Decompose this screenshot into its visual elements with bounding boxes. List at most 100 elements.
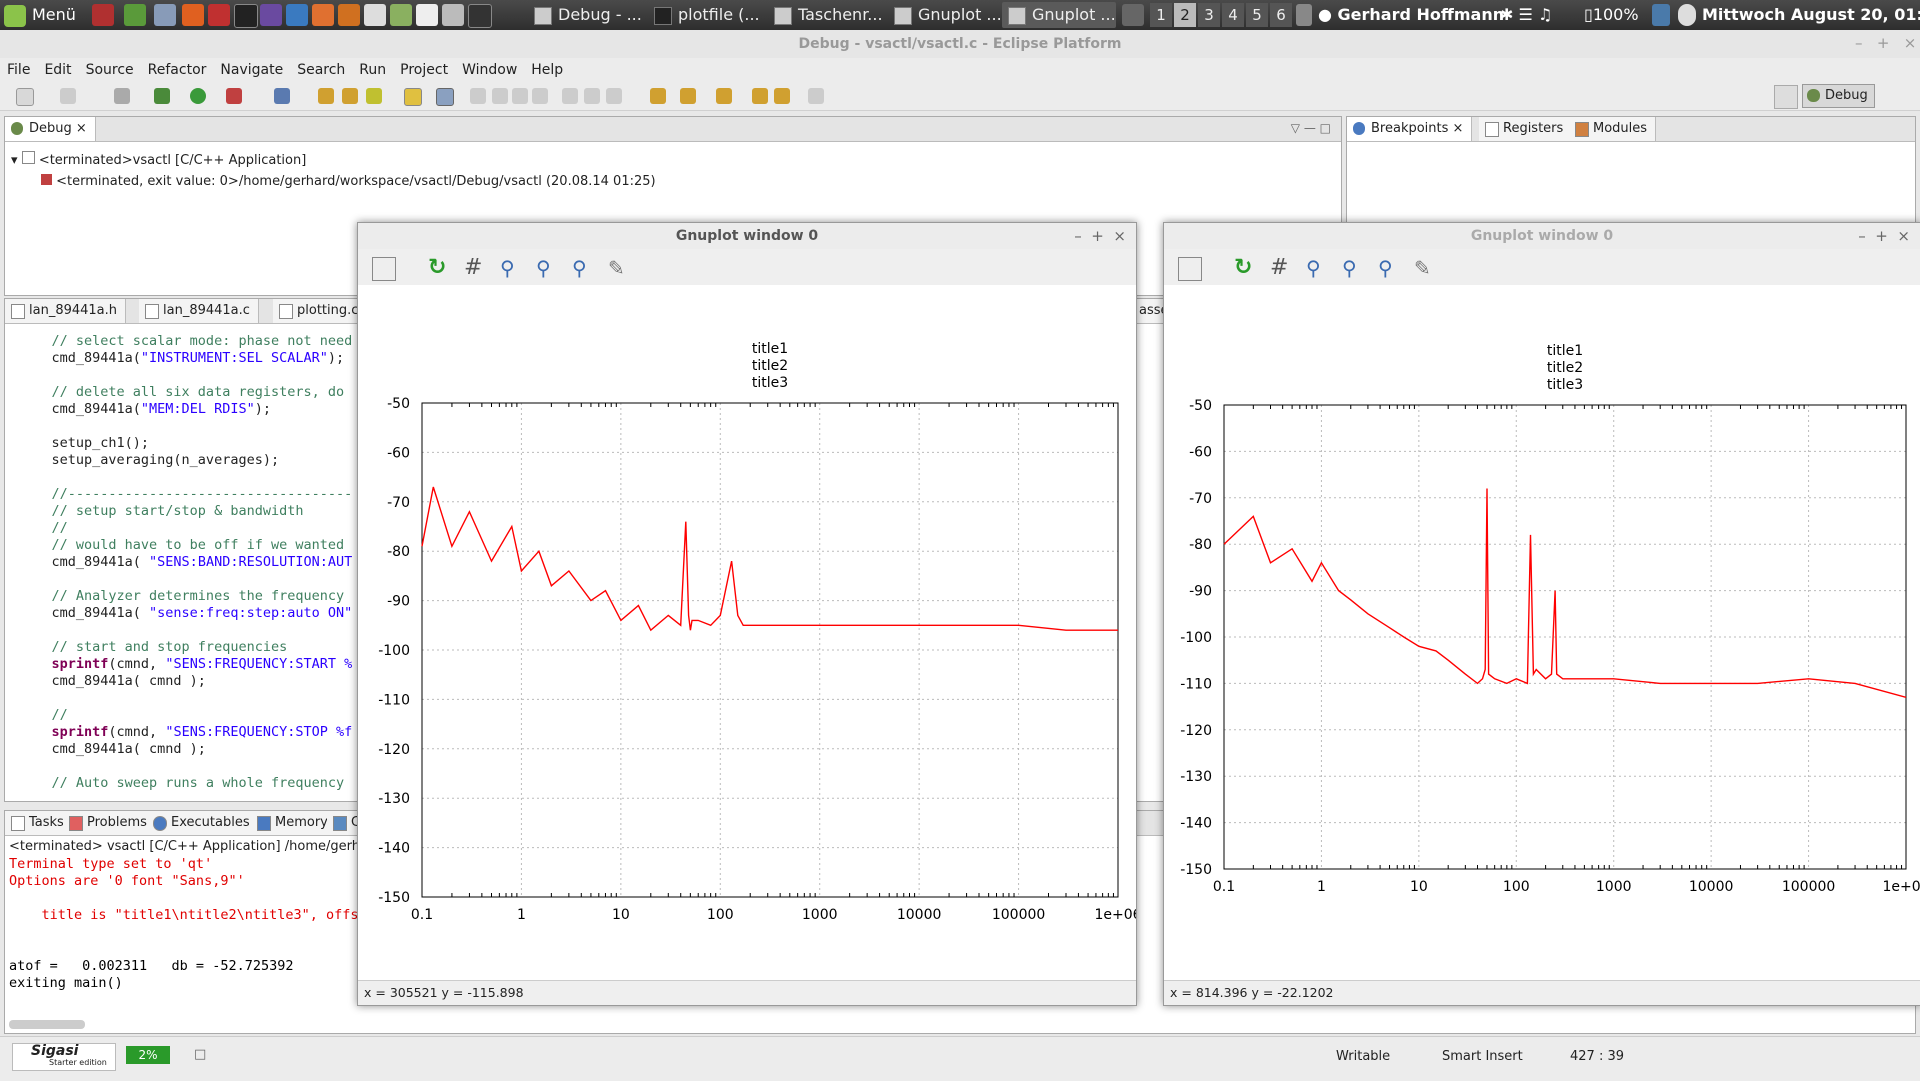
open-perspective-icon[interactable] (1774, 85, 1798, 109)
tab-problems[interactable]: Problems (63, 811, 156, 835)
tab-executables[interactable]: Executables (147, 811, 259, 835)
menu-navigate[interactable]: Navigate (213, 58, 290, 82)
filezilla-icon[interactable] (208, 4, 230, 26)
back-icon[interactable] (774, 88, 790, 104)
autoscale-icon[interactable]: ⚲ (1378, 257, 1400, 279)
menu-window[interactable]: Window (455, 58, 524, 82)
search-wand-icon[interactable] (366, 88, 382, 104)
step-over-icon[interactable] (584, 88, 600, 104)
monitor-icon[interactable] (124, 4, 146, 26)
workspace-2[interactable]: 2 (1174, 3, 1196, 27)
tab-memory[interactable]: Memory (251, 811, 337, 835)
open-folder-icon[interactable] (318, 88, 334, 104)
image-viewer-icon[interactable] (312, 4, 334, 26)
close-icon[interactable]: × (1904, 34, 1917, 52)
menu-run[interactable]: Run (352, 58, 393, 82)
next-annotation-icon[interactable] (680, 88, 696, 104)
open-type-icon[interactable] (274, 88, 290, 104)
browser-icon[interactable] (338, 4, 360, 26)
terminate-icon[interactable] (512, 88, 528, 104)
tab-debug[interactable]: Debug × (5, 117, 96, 141)
save-icon[interactable] (60, 88, 76, 104)
firefox-icon[interactable] (182, 4, 204, 26)
task-plotfile[interactable]: plotfile (... (648, 2, 766, 28)
new-icon[interactable] (16, 88, 34, 106)
tab-lan-c[interactable]: lan_89441a.c (139, 299, 259, 323)
view-menu-icons[interactable]: ▽ — □ (1291, 121, 1331, 135)
close-icon[interactable]: × (1897, 227, 1910, 245)
disconnect-icon[interactable] (532, 88, 548, 104)
close-icon[interactable]: × (1113, 227, 1126, 245)
grid-icon[interactable]: # (464, 257, 486, 279)
maximize-icon[interactable]: + (1091, 227, 1104, 245)
workspace-3[interactable]: 3 (1198, 3, 1220, 27)
replot-icon[interactable]: ↻ (428, 257, 450, 279)
menu-help[interactable]: Help (524, 58, 570, 82)
maximize-icon[interactable]: + (1875, 227, 1888, 245)
minimize-icon[interactable]: – (1855, 34, 1863, 52)
debug-tree-process[interactable]: <terminated, exit value: 0>/home/gerhard… (41, 174, 656, 189)
calculator-icon[interactable] (364, 4, 386, 26)
zoom-forward-icon[interactable]: ⚲ (536, 257, 558, 279)
screen-icon[interactable] (468, 4, 492, 28)
step-return-icon[interactable] (606, 88, 622, 104)
autoscale-icon[interactable]: ⚲ (572, 257, 594, 279)
user-menu[interactable]: ● Gerhard Hoffmann (1318, 0, 1504, 30)
external-tools-icon[interactable] (226, 88, 242, 104)
tab-registers[interactable]: Registers (1479, 117, 1573, 141)
terminal-icon[interactable] (234, 4, 258, 28)
tab-lan-h[interactable]: lan_89441a.h (5, 299, 127, 323)
menu-project[interactable]: Project (393, 58, 455, 82)
maximize-icon[interactable]: + (1877, 34, 1890, 52)
task-gnuplot-1[interactable]: Gnuplot ... (888, 2, 1000, 28)
task-debug[interactable]: Debug - ... (528, 2, 646, 28)
settings-wrench-icon[interactable]: ✎ (608, 257, 630, 279)
export-icon[interactable] (372, 257, 396, 281)
skype-icon[interactable] (286, 4, 308, 26)
last-edit-icon[interactable] (752, 88, 768, 104)
battery-indicator[interactable]: ▯100% (1584, 0, 1639, 30)
menu-source[interactable]: Source (79, 58, 141, 82)
menu-file[interactable]: File (0, 58, 37, 82)
task-calculator[interactable]: Taschenr... (768, 2, 886, 28)
minimize-icon[interactable]: – (1074, 227, 1082, 245)
resume-icon[interactable] (470, 88, 486, 104)
menu-refactor[interactable]: Refactor (141, 58, 214, 82)
horizontal-scrollbar[interactable] (9, 1020, 85, 1029)
menu-edit[interactable]: Edit (37, 58, 78, 82)
debug-tree-root[interactable]: ▾ <terminated>vsactl [C/C++ Application] (11, 151, 306, 168)
skip-breakpoints-icon[interactable] (436, 88, 454, 106)
folder-icon[interactable] (390, 4, 412, 26)
app-icon[interactable] (260, 4, 282, 26)
workspace-5[interactable]: 5 (1246, 3, 1268, 27)
document-icon[interactable] (416, 4, 438, 26)
workspace-4[interactable]: 4 (1222, 3, 1244, 27)
tab-modules[interactable]: Modules (1569, 117, 1657, 141)
settings-icon[interactable] (154, 4, 176, 26)
forward-icon[interactable] (808, 88, 824, 104)
print-icon[interactable] (114, 88, 130, 104)
open-project-icon[interactable] (342, 88, 358, 104)
tab-breakpoints[interactable]: Breakpoints × (1347, 117, 1473, 141)
toggle-mark-icon[interactable] (404, 88, 422, 106)
workspace-6[interactable]: 6 (1270, 3, 1292, 27)
camera-icon[interactable] (442, 4, 464, 26)
debug-icon[interactable] (154, 88, 170, 104)
settings-wrench-icon[interactable]: ✎ (1414, 257, 1436, 279)
update-icon[interactable] (1652, 4, 1670, 26)
debug-perspective-button[interactable]: Debug (1802, 84, 1875, 108)
tab-plotting-c[interactable]: plotting.c (273, 299, 368, 323)
menu-button[interactable]: Menü (4, 0, 76, 30)
zoom-forward-icon[interactable]: ⚲ (1342, 257, 1364, 279)
shield-icon[interactable] (1678, 4, 1696, 26)
sigasi-badge[interactable]: Sigasi Starter edition (12, 1043, 116, 1071)
workspace-1[interactable]: 1 (1150, 3, 1172, 27)
prev-annotation-icon[interactable] (716, 88, 732, 104)
run-icon[interactable] (190, 88, 206, 104)
menu-search[interactable]: Search (290, 58, 352, 82)
suspend-icon[interactable] (492, 88, 508, 104)
minimize-icon[interactable]: – (1858, 227, 1866, 245)
zoom-back-icon[interactable]: ⚲ (500, 257, 522, 279)
replot-icon[interactable]: ↻ (1234, 257, 1256, 279)
instruction-step-icon[interactable] (650, 88, 666, 104)
